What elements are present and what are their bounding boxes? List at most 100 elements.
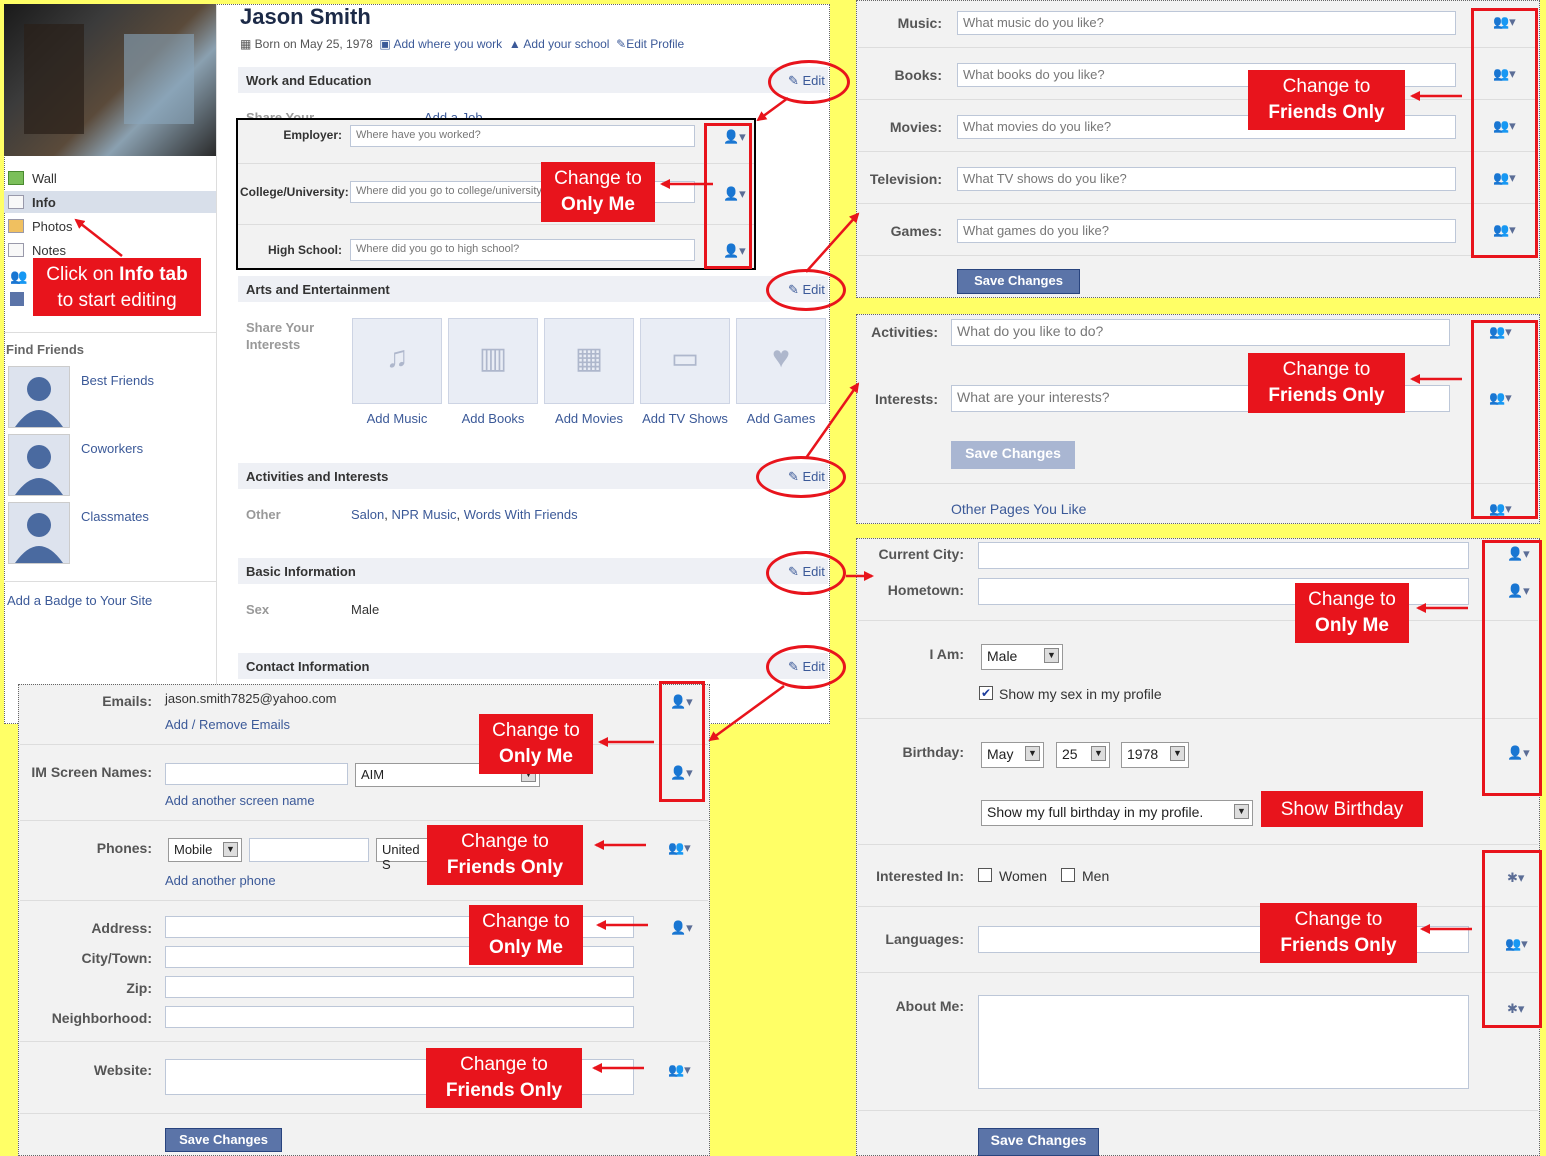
im-label: IM Screen Names: <box>31 764 152 780</box>
activities-input[interactable]: What do you like to do? <box>951 319 1450 346</box>
bday-year-select[interactable]: 1978 ▼ <box>1121 742 1189 768</box>
add-remove-emails-link[interactable]: Add / Remove Emails <box>165 717 290 732</box>
current-city-input[interactable] <box>978 542 1469 569</box>
privacy-friends-icon[interactable]: 👥▾ <box>1489 324 1512 340</box>
activity-link[interactable]: Salon <box>351 507 384 522</box>
privacy-only-me-icon[interactable]: 👤▾ <box>723 186 746 202</box>
im-input[interactable] <box>165 763 348 785</box>
nav-wall[interactable]: Wall <box>8 171 57 186</box>
privacy-friends-icon[interactable]: 👥▾ <box>1489 390 1512 406</box>
privacy-only-me-icon[interactable]: 👤▾ <box>723 129 746 145</box>
divider <box>20 900 708 901</box>
add-music-link[interactable]: Add Music <box>352 411 442 426</box>
divider <box>20 744 708 745</box>
phone-type-select[interactable]: Mobile ▼ <box>168 838 242 862</box>
list-best-friends[interactable]: Best Friends <box>81 373 154 388</box>
employer-input[interactable]: Where have you worked? <box>350 125 695 147</box>
select-value: Mobile <box>174 842 213 857</box>
add-tv-link[interactable]: Add TV Shows <box>636 411 734 426</box>
neighborhood-input[interactable] <box>165 1006 634 1028</box>
privacy-friends-icon[interactable]: 👥▾ <box>1493 170 1516 186</box>
tv-thumb[interactable]: ▭ <box>640 318 730 404</box>
privacy-friends-icon[interactable]: 👥▾ <box>1493 14 1516 30</box>
add-badge-link[interactable]: Add a Badge to Your Site <box>7 593 152 608</box>
privacy-only-me-icon[interactable]: 👤▾ <box>723 243 746 259</box>
privacy-friends-icon[interactable]: 👥▾ <box>1489 501 1512 517</box>
activity-link[interactable]: NPR Music <box>391 507 456 522</box>
about-textarea[interactable] <box>978 995 1469 1089</box>
privacy-friends-icon[interactable]: 👥▾ <box>1505 936 1528 952</box>
men-checkbox[interactable] <box>1061 868 1075 882</box>
women-checkbox[interactable] <box>978 868 992 882</box>
chevron-down-icon: ▼ <box>1025 746 1040 761</box>
activity-link[interactable]: Words With Friends <box>464 507 578 522</box>
add-books-link[interactable]: Add Books <box>448 411 538 426</box>
divider <box>4 332 216 333</box>
iam-select[interactable]: Male ▼ <box>981 644 1063 670</box>
callout-info-tab: Click on Info tab to start editing <box>33 258 201 316</box>
callout-change-friends-only: Change to Friends Only <box>1260 903 1417 963</box>
privacy-friends-icon[interactable]: 👥▾ <box>668 840 691 856</box>
callout-text: Change to <box>1294 909 1383 930</box>
phones-label: Phones: <box>96 840 152 856</box>
privacy-only-me-icon[interactable]: 👤▾ <box>670 920 693 936</box>
avatar[interactable] <box>8 502 70 564</box>
callout-bold: Friends Only <box>1268 385 1385 406</box>
privacy-custom-icon[interactable]: ✱▾ <box>1507 870 1524 886</box>
chevron-down-icon: ▼ <box>1044 648 1059 663</box>
list-classmates[interactable]: Classmates <box>81 509 149 524</box>
interests-save-button[interactable]: Save Changes <box>957 269 1080 294</box>
other-pages-link[interactable]: Other Pages You Like <box>951 501 1086 517</box>
books-thumb[interactable]: ▥ <box>448 318 538 404</box>
avatar[interactable] <box>8 434 70 496</box>
show-sex-checkbox[interactable]: ✔ <box>979 686 993 700</box>
nav-info[interactable]: Info <box>8 195 56 210</box>
notes-icon <box>8 243 24 257</box>
callout-change-only-me: Change to Only Me <box>1295 583 1409 643</box>
add-movies-link[interactable]: Add Movies <box>544 411 634 426</box>
activities-save-button[interactable]: Save Changes <box>951 441 1075 469</box>
add-work-link[interactable]: Add where you work <box>393 37 502 51</box>
callout-bold: Friends Only <box>1268 102 1385 123</box>
privacy-friends-icon[interactable]: 👥▾ <box>1493 118 1516 134</box>
profile-picture[interactable] <box>4 4 216 156</box>
privacy-custom-icon[interactable]: ✱▾ <box>1507 1001 1524 1017</box>
privacy-friends-icon[interactable]: 👥▾ <box>1493 66 1516 82</box>
tv-input[interactable]: What TV shows do you like? <box>957 167 1456 191</box>
callout-text: to start editing <box>57 290 177 311</box>
nav-photos[interactable]: Photos <box>8 219 72 234</box>
callout-bold: Only Me <box>499 746 573 767</box>
highschool-input[interactable]: Where did you go to high school? <box>350 239 695 261</box>
add-school-link[interactable]: Add your school <box>523 37 609 51</box>
music-input[interactable]: What music do you like? <box>957 11 1456 35</box>
games-input[interactable]: What games do you like? <box>957 219 1456 243</box>
edit-profile-link[interactable]: Edit Profile <box>626 37 684 51</box>
bday-day-select[interactable]: 25 ▼ <box>1056 742 1110 768</box>
privacy-only-me-icon[interactable]: 👤▾ <box>670 694 693 710</box>
list-coworkers[interactable]: Coworkers <box>81 441 143 456</box>
add-phone-link[interactable]: Add another phone <box>165 873 276 888</box>
bday-month-select[interactable]: May ▼ <box>981 742 1044 768</box>
music-thumb[interactable]: ♫ <box>352 318 442 404</box>
contact-save-button[interactable]: Save Changes <box>165 1128 282 1152</box>
basic-save-button[interactable]: Save Changes <box>978 1128 1099 1156</box>
avatar[interactable] <box>8 366 70 428</box>
zip-input[interactable] <box>165 976 634 998</box>
privacy-only-me-icon[interactable]: 👤▾ <box>1507 546 1530 562</box>
privacy-friends-icon[interactable]: 👥▾ <box>1493 222 1516 238</box>
privacy-only-me-icon[interactable]: 👤▾ <box>1507 583 1530 599</box>
add-screen-name-link[interactable]: Add another screen name <box>165 793 315 808</box>
birthday-label: Birthday: <box>902 744 964 760</box>
add-games-link[interactable]: Add Games <box>736 411 826 426</box>
movies-thumb[interactable]: ▦ <box>544 318 634 404</box>
sex-label: Sex <box>246 602 270 617</box>
nav-notes[interactable]: Notes <box>8 243 66 258</box>
calendar-icon: ▦ <box>240 37 255 51</box>
privacy-friends-icon[interactable]: 👥▾ <box>668 1062 691 1078</box>
games-thumb[interactable]: ♥ <box>736 318 826 404</box>
phone-input[interactable] <box>249 838 369 862</box>
bday-visibility-select[interactable]: Show my full birthday in my profile. ▼ <box>981 800 1253 826</box>
chevron-down-icon: ▼ <box>1170 746 1185 761</box>
privacy-only-me-icon[interactable]: 👤▾ <box>1507 745 1530 761</box>
privacy-only-me-icon[interactable]: 👤▾ <box>670 765 693 781</box>
